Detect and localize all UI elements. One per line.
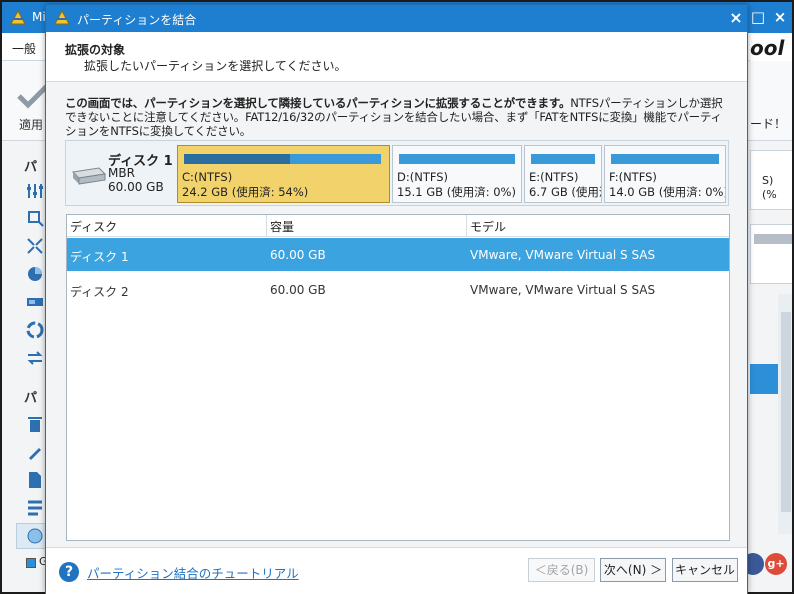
disk-map: ディスク 1 MBR 60.00 GB C:(NTFS) 24.2 GB (使用… (65, 140, 729, 206)
partition-info: 6.7 GB (使用済: 0%) (529, 185, 601, 199)
header-title: 拡張の対象 (65, 43, 126, 57)
partition-c[interactable]: C:(NTFS) 24.2 GB (使用済: 54%) (177, 145, 390, 203)
partition-info: 14.0 GB (使用済: 0%) (609, 185, 726, 199)
convert-arrows-icon[interactable] (26, 349, 44, 367)
toolbar-item-label: ード！ (750, 117, 787, 131)
dialog-app-icon (54, 9, 70, 25)
recycle-icon[interactable] (26, 321, 44, 339)
table-row[interactable]: ディスク 1 60.00 GB VMware, VMware Virtual S… (67, 238, 729, 271)
tutorial-link[interactable]: パーティション結合のチュートリアル (87, 563, 299, 582)
column-header-model[interactable]: モデル (467, 215, 729, 237)
dialog-title-bar: パーティションを結合 × (46, 5, 747, 32)
header-subtitle: 拡張したいパーティションを選択してください。 (84, 59, 347, 73)
sliders-icon[interactable] (26, 182, 44, 200)
partition-d[interactable]: D:(NTFS) 15.1 GB (使用済: 0%) (392, 145, 522, 203)
description-bold: この画面では、パーティションを選択して隣接しているパーティションに拡張することが… (65, 96, 571, 110)
help-icon[interactable]: ? (59, 562, 79, 582)
column-header-capacity[interactable]: 容量 (267, 215, 467, 237)
app-logo-icon (10, 9, 26, 25)
google-plus-icon[interactable]: g+ (765, 553, 787, 575)
partition-name: F:(NTFS) (609, 170, 657, 184)
partition-info: 15.1 GB (使用済: 0%) (397, 185, 516, 199)
dialog-close-icon[interactable]: × (725, 7, 747, 29)
right-disk-card-2 (750, 224, 792, 284)
list-icon[interactable] (26, 499, 44, 517)
partition-usage-bar (184, 154, 381, 164)
apply-button-label[interactable]: 適用 (19, 116, 43, 133)
hard-disk-icon (71, 167, 107, 185)
legend-square-icon (26, 558, 36, 568)
partition-name: D:(NTFS) (397, 170, 449, 184)
close-app-icon[interactable]: × (770, 8, 790, 26)
right-card-bar (754, 234, 792, 244)
merge-icon[interactable] (26, 237, 44, 255)
pencil-icon[interactable] (26, 443, 44, 461)
brand-logo: ool (750, 36, 785, 60)
move-resize-icon[interactable] (26, 209, 44, 227)
partition-info: 24.2 GB (使用済: 54%) (182, 185, 309, 199)
partition-usage-bar (531, 154, 595, 164)
right-selected-row (750, 364, 778, 394)
disk-type: MBR (108, 166, 135, 180)
sidebar (2, 142, 48, 552)
sidebar-heading-2: パ (24, 391, 38, 406)
cell-disk: ディスク 2 (70, 285, 129, 299)
dialog-body: この画面では、パーティションを選択して隣接しているパーティションに拡張することが… (46, 82, 747, 547)
app-title: Mi (32, 10, 46, 24)
cell-capacity: 60.00 GB (270, 283, 326, 297)
cell-model: VMware, VMware Virtual S SAS (470, 248, 656, 262)
tab-general[interactable]: 一般 (12, 40, 36, 57)
dialog-title: パーティションを結合 (77, 13, 197, 27)
partition-name: E:(NTFS) (529, 170, 579, 184)
description-text: この画面では、パーティションを選択して隣接しているパーティションに拡張することが… (65, 96, 725, 138)
partition-name: C:(NTFS) (182, 170, 233, 184)
cancel-button[interactable]: キャンセル (672, 558, 738, 582)
sidebar-heading: パ (24, 160, 38, 175)
partition-f[interactable]: F:(NTFS) 14.0 GB (使用済: 0%) (604, 145, 726, 203)
maximize-icon[interactable]: □ (748, 8, 768, 26)
partition-usage-bar (399, 154, 515, 164)
next-button[interactable]: 次へ(N) ＞ (600, 558, 666, 582)
column-header-disk[interactable]: ディスク (67, 215, 267, 237)
back-button[interactable]: ＜戻る(B) (528, 558, 595, 582)
globe-icon (27, 528, 43, 544)
file-settings-icon[interactable] (26, 471, 44, 489)
right-card-text-2: (% (762, 188, 777, 201)
delete-icon[interactable] (26, 415, 44, 433)
dialog-footer: ? パーティション結合のチュートリアル ＜戻る(B) 次へ(N) ＞ キャンセル (46, 547, 747, 594)
dialog-header: 拡張の対象 拡張したいパーティションを選択してください。 (46, 32, 747, 82)
partition-usage-bar (611, 154, 719, 164)
cell-disk: ディスク 1 (70, 250, 129, 264)
disk-bar-icon[interactable] (26, 293, 44, 311)
disk-size: 60.00 GB (108, 180, 164, 194)
right-scrollbar-thumb[interactable] (781, 312, 791, 512)
disk-table: ディスク 容量 モデル ディスク 1 60.00 GB VMware, VMwa… (66, 214, 730, 541)
partition-used-fill (184, 154, 291, 164)
merge-partition-dialog: パーティションを結合 × 拡張の対象 拡張したいパーティションを選択してください… (45, 4, 748, 594)
pie-chart-icon[interactable] (26, 265, 44, 283)
cell-capacity: 60.00 GB (270, 248, 326, 262)
cell-model: VMware, VMware Virtual S SAS (470, 283, 656, 297)
partition-e[interactable]: E:(NTFS) 6.7 GB (使用済: 0%) (524, 145, 602, 203)
table-row[interactable]: ディスク 2 60.00 GB VMware, VMware Virtual S… (67, 273, 729, 306)
right-card-text-1: S) (762, 174, 774, 187)
